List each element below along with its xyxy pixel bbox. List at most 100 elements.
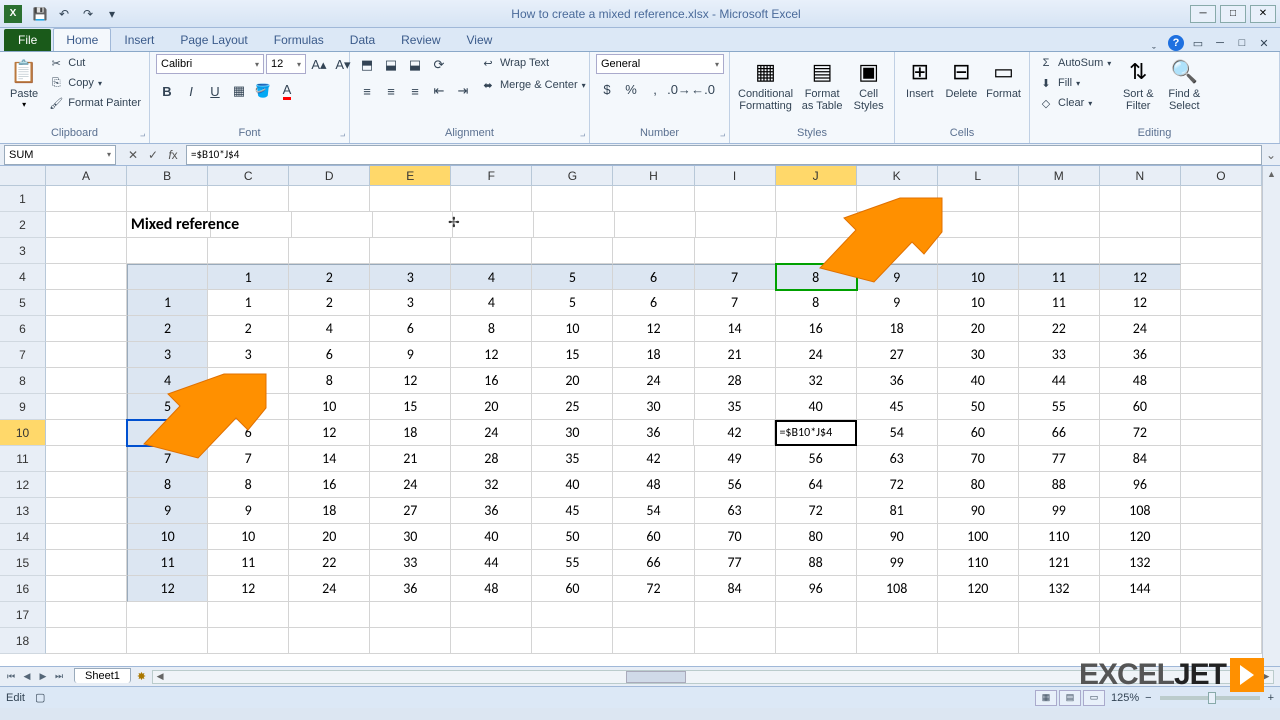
cell-O16[interactable] <box>1181 576 1262 602</box>
row-header-9[interactable]: 9 <box>0 394 46 420</box>
cell-B4[interactable] <box>127 264 208 290</box>
cell-J10[interactable]: =$B10*J$4 <box>775 420 856 446</box>
cell-C12[interactable]: 8 <box>208 472 289 498</box>
column-header-H[interactable]: H <box>613 166 694 186</box>
cell-O11[interactable] <box>1181 446 1262 472</box>
cell-F17[interactable] <box>451 602 532 628</box>
cell-C18[interactable] <box>208 628 289 654</box>
cell-B17[interactable] <box>127 602 208 628</box>
qat-customize-icon[interactable]: ▾ <box>102 4 122 24</box>
cell-K7[interactable]: 27 <box>857 342 938 368</box>
cell-O4[interactable] <box>1181 264 1262 290</box>
cell-C2[interactable] <box>211 212 292 238</box>
wrap-text-button[interactable]: ↩Wrap Text <box>478 54 588 72</box>
cell-B14[interactable]: 10 <box>127 524 208 550</box>
cell-C11[interactable]: 7 <box>208 446 289 472</box>
cell-H1[interactable] <box>613 186 694 212</box>
cell-I4[interactable]: 7 <box>695 264 776 290</box>
paste-button[interactable]: 📋 Paste ▾ <box>6 54 42 111</box>
cell-A18[interactable] <box>46 628 127 654</box>
cell-C16[interactable]: 12 <box>208 576 289 602</box>
cell-M8[interactable]: 44 <box>1019 368 1100 394</box>
decrease-indent-icon[interactable]: ⇤ <box>428 80 450 102</box>
row-header-12[interactable]: 12 <box>0 472 46 498</box>
cell-K12[interactable]: 72 <box>857 472 938 498</box>
cell-K18[interactable] <box>857 628 938 654</box>
cell-L4[interactable]: 10 <box>938 264 1019 290</box>
cell-E14[interactable]: 30 <box>370 524 451 550</box>
cell-H11[interactable]: 42 <box>613 446 694 472</box>
cell-J5[interactable]: 8 <box>776 290 857 316</box>
expand-formula-bar-button[interactable]: ⌄ <box>1262 148 1280 162</box>
cell-M11[interactable]: 77 <box>1019 446 1100 472</box>
row-header-18[interactable]: 18 <box>0 628 46 654</box>
cell-F11[interactable]: 28 <box>451 446 532 472</box>
cell-H12[interactable]: 48 <box>613 472 694 498</box>
cell-E16[interactable]: 36 <box>370 576 451 602</box>
row-header-8[interactable]: 8 <box>0 368 46 394</box>
cell-M12[interactable]: 88 <box>1019 472 1100 498</box>
cell-A6[interactable] <box>46 316 127 342</box>
cell-A11[interactable] <box>46 446 127 472</box>
cell-C17[interactable] <box>208 602 289 628</box>
tab-data[interactable]: Data <box>337 28 388 51</box>
cell-K2[interactable] <box>858 212 939 238</box>
cell-G17[interactable] <box>532 602 613 628</box>
row-header-5[interactable]: 5 <box>0 290 46 316</box>
cell-F3[interactable] <box>451 238 532 264</box>
cell-D10[interactable]: 12 <box>289 420 370 446</box>
column-header-D[interactable]: D <box>289 166 370 186</box>
cell-O12[interactable] <box>1181 472 1262 498</box>
cell-B15[interactable]: 11 <box>127 550 208 576</box>
cell-I3[interactable] <box>695 238 776 264</box>
cell-F18[interactable] <box>451 628 532 654</box>
cell-D18[interactable] <box>289 628 370 654</box>
cell-F2[interactable] <box>453 212 534 238</box>
cell-C1[interactable] <box>208 186 289 212</box>
cell-E2[interactable] <box>373 212 454 238</box>
select-all-corner[interactable] <box>0 166 46 186</box>
cell-D8[interactable]: 8 <box>289 368 370 394</box>
cell-I5[interactable]: 7 <box>695 290 776 316</box>
cell-G16[interactable]: 60 <box>532 576 613 602</box>
cell-B16[interactable]: 12 <box>127 576 208 602</box>
cell-L2[interactable] <box>939 212 1020 238</box>
cell-A16[interactable] <box>46 576 127 602</box>
cell-A2[interactable] <box>46 212 127 238</box>
cell-M15[interactable]: 121 <box>1019 550 1100 576</box>
cell-J11[interactable]: 56 <box>776 446 857 472</box>
column-header-A[interactable]: A <box>46 166 127 186</box>
zoom-out-button[interactable]: − <box>1145 692 1151 704</box>
column-header-M[interactable]: M <box>1019 166 1100 186</box>
cell-N18[interactable] <box>1100 628 1181 654</box>
cell-O14[interactable] <box>1181 524 1262 550</box>
cell-L15[interactable]: 110 <box>938 550 1019 576</box>
cell-I17[interactable] <box>695 602 776 628</box>
tab-view[interactable]: View <box>454 28 506 51</box>
cell-C5[interactable]: 1 <box>208 290 289 316</box>
window-close-icon[interactable]: ✕ <box>1256 35 1272 51</box>
cell-O10[interactable] <box>1181 420 1262 446</box>
cell-C9[interactable]: 5 <box>208 394 289 420</box>
cell-I9[interactable]: 35 <box>695 394 776 420</box>
cell-I18[interactable] <box>695 628 776 654</box>
cell-I2[interactable] <box>696 212 777 238</box>
cell-M10[interactable]: 66 <box>1019 420 1100 446</box>
cell-J15[interactable]: 88 <box>776 550 857 576</box>
cell-H7[interactable]: 18 <box>613 342 694 368</box>
cell-L16[interactable]: 120 <box>938 576 1019 602</box>
cell-C4[interactable]: 1 <box>208 264 289 290</box>
align-top-icon[interactable]: ⬒ <box>356 54 378 76</box>
cell-G13[interactable]: 45 <box>532 498 613 524</box>
font-size-select[interactable]: 12▾ <box>266 54 306 74</box>
cell-A13[interactable] <box>46 498 127 524</box>
cell-C13[interactable]: 9 <box>208 498 289 524</box>
cell-H4[interactable]: 6 <box>613 264 694 290</box>
cell-M3[interactable] <box>1019 238 1100 264</box>
font-name-select[interactable]: Calibri▾ <box>156 54 264 74</box>
window-minimize-icon[interactable]: ─ <box>1212 35 1228 51</box>
zoom-slider[interactable] <box>1160 696 1260 700</box>
cell-J14[interactable]: 80 <box>776 524 857 550</box>
column-header-J[interactable]: J <box>776 166 857 186</box>
cell-N14[interactable]: 120 <box>1100 524 1181 550</box>
